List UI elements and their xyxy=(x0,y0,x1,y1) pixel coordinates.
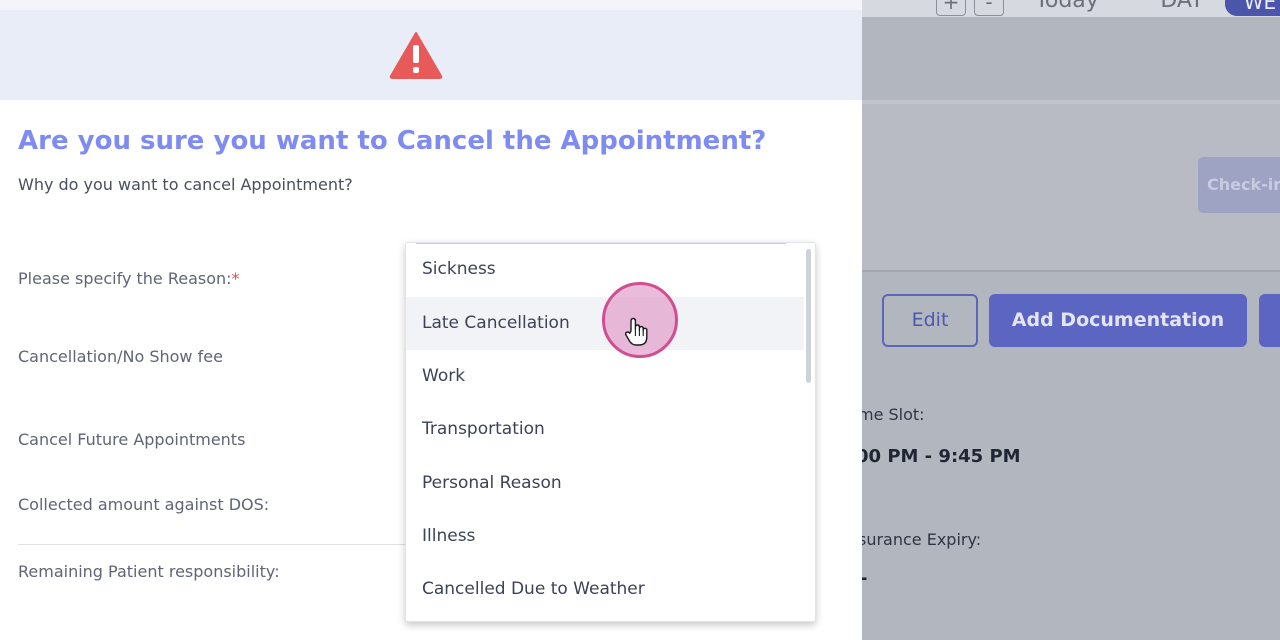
more-actions-button[interactable] xyxy=(1259,294,1280,347)
background-page: + - Today DAY WE Check-in Edit Add Docum… xyxy=(862,0,1280,640)
zoom-in-button[interactable]: + xyxy=(936,0,966,16)
edit-button[interactable]: Edit xyxy=(882,294,978,347)
day-view-button[interactable]: DAY xyxy=(1142,0,1222,16)
form-divider xyxy=(18,544,418,545)
time-slot-value: 00 PM - 9:45 PM xyxy=(862,446,1021,467)
cancel-future-appointments-label: Cancel Future Appointments xyxy=(18,430,246,449)
reason-label-text: Please specify the Reason: xyxy=(18,269,232,288)
zoom-out-button[interactable]: - xyxy=(974,0,1004,16)
reason-option-work[interactable]: Work xyxy=(406,350,804,403)
cancel-appointment-modal: Are you sure you want to Cancel the Appo… xyxy=(0,0,862,640)
section-divider xyxy=(862,270,1280,272)
remaining-responsibility-label: Remaining Patient responsibility: xyxy=(18,562,280,581)
reason-option-sickness[interactable]: Sickness xyxy=(406,243,804,296)
reason-option-illness[interactable]: Illness xyxy=(406,510,804,563)
dropdown-scrollbar[interactable] xyxy=(806,249,811,383)
modal-header xyxy=(0,0,862,100)
hand-pointer-icon xyxy=(624,317,648,346)
modal-top-edge xyxy=(0,0,862,10)
required-marker: * xyxy=(231,269,240,288)
time-slot-label: me Slot: xyxy=(862,405,925,424)
modal-subtitle: Why do you want to cancel Appointment? xyxy=(18,175,353,194)
cancellation-fee-label: Cancellation/No Show fee xyxy=(18,347,223,366)
insurance-expiry-value: - xyxy=(862,568,867,589)
reason-field-label: Please specify the Reason:* xyxy=(18,269,240,288)
insurance-expiry-label: surance Expiry: xyxy=(862,530,982,549)
collected-amount-label: Collected amount against DOS: xyxy=(18,495,270,514)
modal-title: Are you sure you want to Cancel the Appo… xyxy=(18,126,767,156)
today-button[interactable]: Today xyxy=(1012,0,1122,16)
reason-option-transportation[interactable]: Transportation xyxy=(406,403,804,456)
reason-option-personal-reason[interactable]: Personal Reason xyxy=(406,457,804,510)
add-documentation-button[interactable]: Add Documentation xyxy=(989,294,1247,347)
check-in-button[interactable]: Check-in xyxy=(1198,157,1280,213)
warning-triangle-icon xyxy=(389,32,443,79)
week-view-button[interactable]: WE xyxy=(1225,0,1280,16)
reason-option-cancelled-due-to-weather[interactable]: Cancelled Due to Weather xyxy=(406,563,804,616)
calendar-toolbar: + - Today DAY WE xyxy=(862,0,1280,17)
